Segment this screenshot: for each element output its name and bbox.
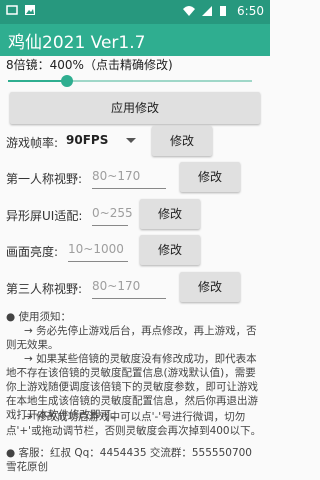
note-3: → 修改成功后游戏中可以点'-'号进行微调，切勿点'+'或拖动调节栏，否则灵敏度…: [6, 411, 262, 437]
slider-thumb[interactable]: [61, 75, 73, 87]
fov1-label: 第一人称视野:: [6, 172, 83, 186]
brightness-modify-button[interactable]: 修改: [140, 235, 200, 265]
fov3-label: 第三人称视野:: [6, 282, 83, 296]
zoom-label[interactable]: 8倍镜：400%（点击精确修改): [6, 56, 173, 73]
fov3-input[interactable]: 80~170: [92, 276, 166, 299]
notch-label: 异形屏UI适配:: [6, 209, 83, 223]
fov1-input[interactable]: 80~170: [92, 166, 166, 189]
app-title: 鸡仙2021 Ver1.7: [8, 33, 146, 53]
fps-modify-button[interactable]: 修改: [152, 126, 212, 156]
notch-placeholder: 0~255: [92, 206, 133, 220]
contact-info: ● 客服：红叔 Qq：4454435 交流群：555550700 雪花原创: [6, 447, 252, 473]
brightness-label: 画面亮度:: [6, 245, 59, 259]
fov3-modify-button[interactable]: 修改: [180, 272, 240, 302]
status-bar: 6:50: [0, 0, 270, 24]
apply-button[interactable]: 应用修改: [10, 92, 260, 124]
signal-icon: [201, 5, 213, 17]
brightness-placeholder: 10~1000: [68, 242, 124, 256]
notes-heading: ● 使用须知：: [6, 311, 71, 323]
fps-label: 游戏帧率:: [6, 136, 59, 150]
fps-value: 90FPS: [66, 133, 109, 147]
battery-icon: [219, 5, 231, 17]
notch-modify-button[interactable]: 修改: [140, 199, 200, 229]
image-icon: [24, 4, 36, 16]
fov1-placeholder: 80~170: [92, 169, 141, 183]
app-bar: 鸡仙2021 Ver1.7: [0, 24, 270, 56]
fps-select[interactable]: 90FPS: [66, 128, 136, 152]
notification-icon: [6, 4, 18, 16]
zoom-slider[interactable]: [8, 75, 252, 87]
fov1-modify-button[interactable]: 修改: [180, 162, 240, 192]
status-time: 6:50: [237, 4, 264, 18]
fov3-placeholder: 80~170: [92, 279, 141, 293]
slider-fill: [8, 80, 67, 82]
brightness-input[interactable]: 10~1000: [68, 239, 128, 262]
notch-input[interactable]: 0~255: [92, 203, 133, 226]
chevron-down-icon: [126, 138, 136, 143]
note-1: → 务必先停止游戏后台，再点修改，再上游戏，否则无效果。: [6, 325, 257, 351]
wifi-icon: [183, 5, 196, 17]
